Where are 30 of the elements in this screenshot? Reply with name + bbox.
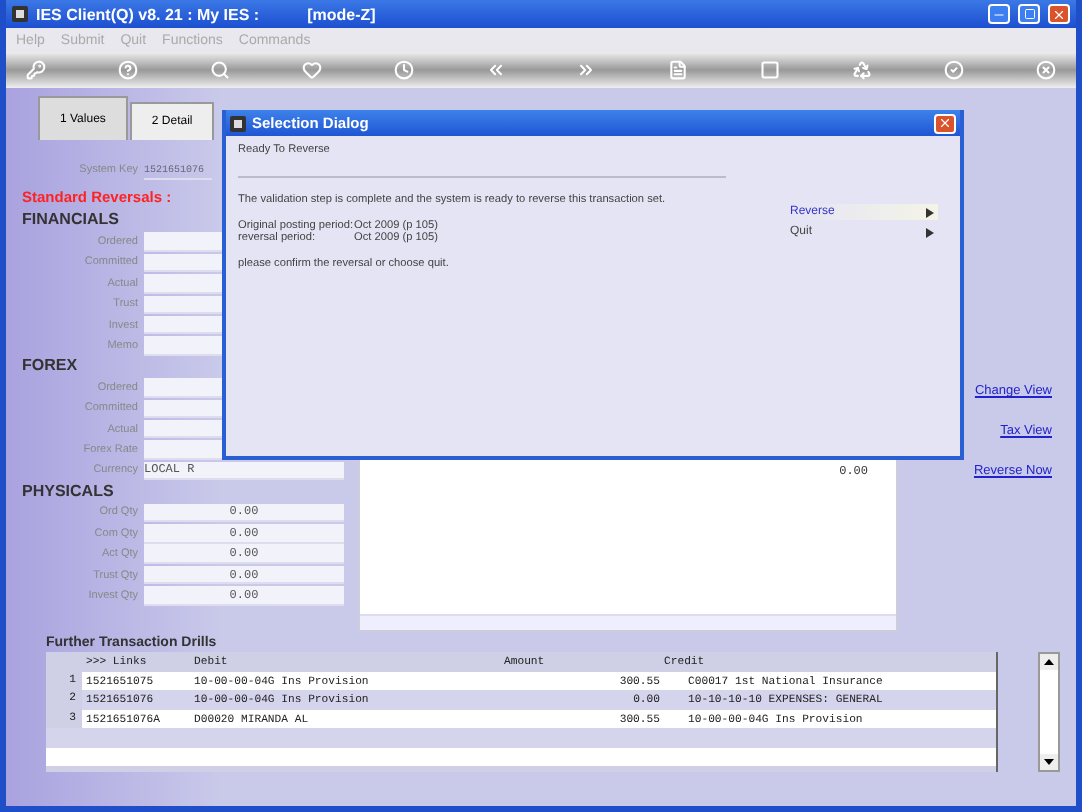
window-mode: [mode-Z] xyxy=(307,5,376,23)
forward-icon[interactable] xyxy=(576,60,597,80)
heart-icon[interactable] xyxy=(301,60,322,80)
search-icon[interactable] xyxy=(209,60,230,80)
document-icon[interactable] xyxy=(668,60,689,80)
square-icon[interactable] xyxy=(760,60,781,80)
clock-icon[interactable] xyxy=(393,60,414,80)
help-icon[interactable] xyxy=(117,60,138,80)
group-heading: PHYSICALS xyxy=(22,481,114,503)
close-icon xyxy=(938,116,952,130)
close-icon xyxy=(1052,7,1066,21)
minimize-button[interactable] xyxy=(988,4,1010,24)
maximize-button[interactable] xyxy=(1018,4,1040,24)
app-icon xyxy=(230,115,246,131)
scroll-down-icon[interactable] xyxy=(1040,754,1058,770)
group-heading: FOREX xyxy=(22,356,78,378)
horizontal-scrollbar[interactable] xyxy=(360,614,896,630)
key-icon[interactable] xyxy=(26,60,46,80)
group-heading: FINANCIALS xyxy=(22,210,119,232)
window-title: IES Client(Q) v8. 21 : My IES : xyxy=(36,5,260,23)
close-button[interactable] xyxy=(934,113,956,133)
close-button[interactable] xyxy=(1048,4,1070,24)
check-icon[interactable] xyxy=(944,60,965,80)
vertical-scrollbar[interactable] xyxy=(1038,652,1060,772)
rewind-icon[interactable] xyxy=(485,60,506,80)
maximize-icon xyxy=(1023,8,1035,20)
scroll-up-icon[interactable] xyxy=(1040,654,1058,670)
recycle-icon[interactable] xyxy=(852,60,873,80)
app-icon xyxy=(12,6,28,22)
close-icon[interactable] xyxy=(1035,60,1056,80)
